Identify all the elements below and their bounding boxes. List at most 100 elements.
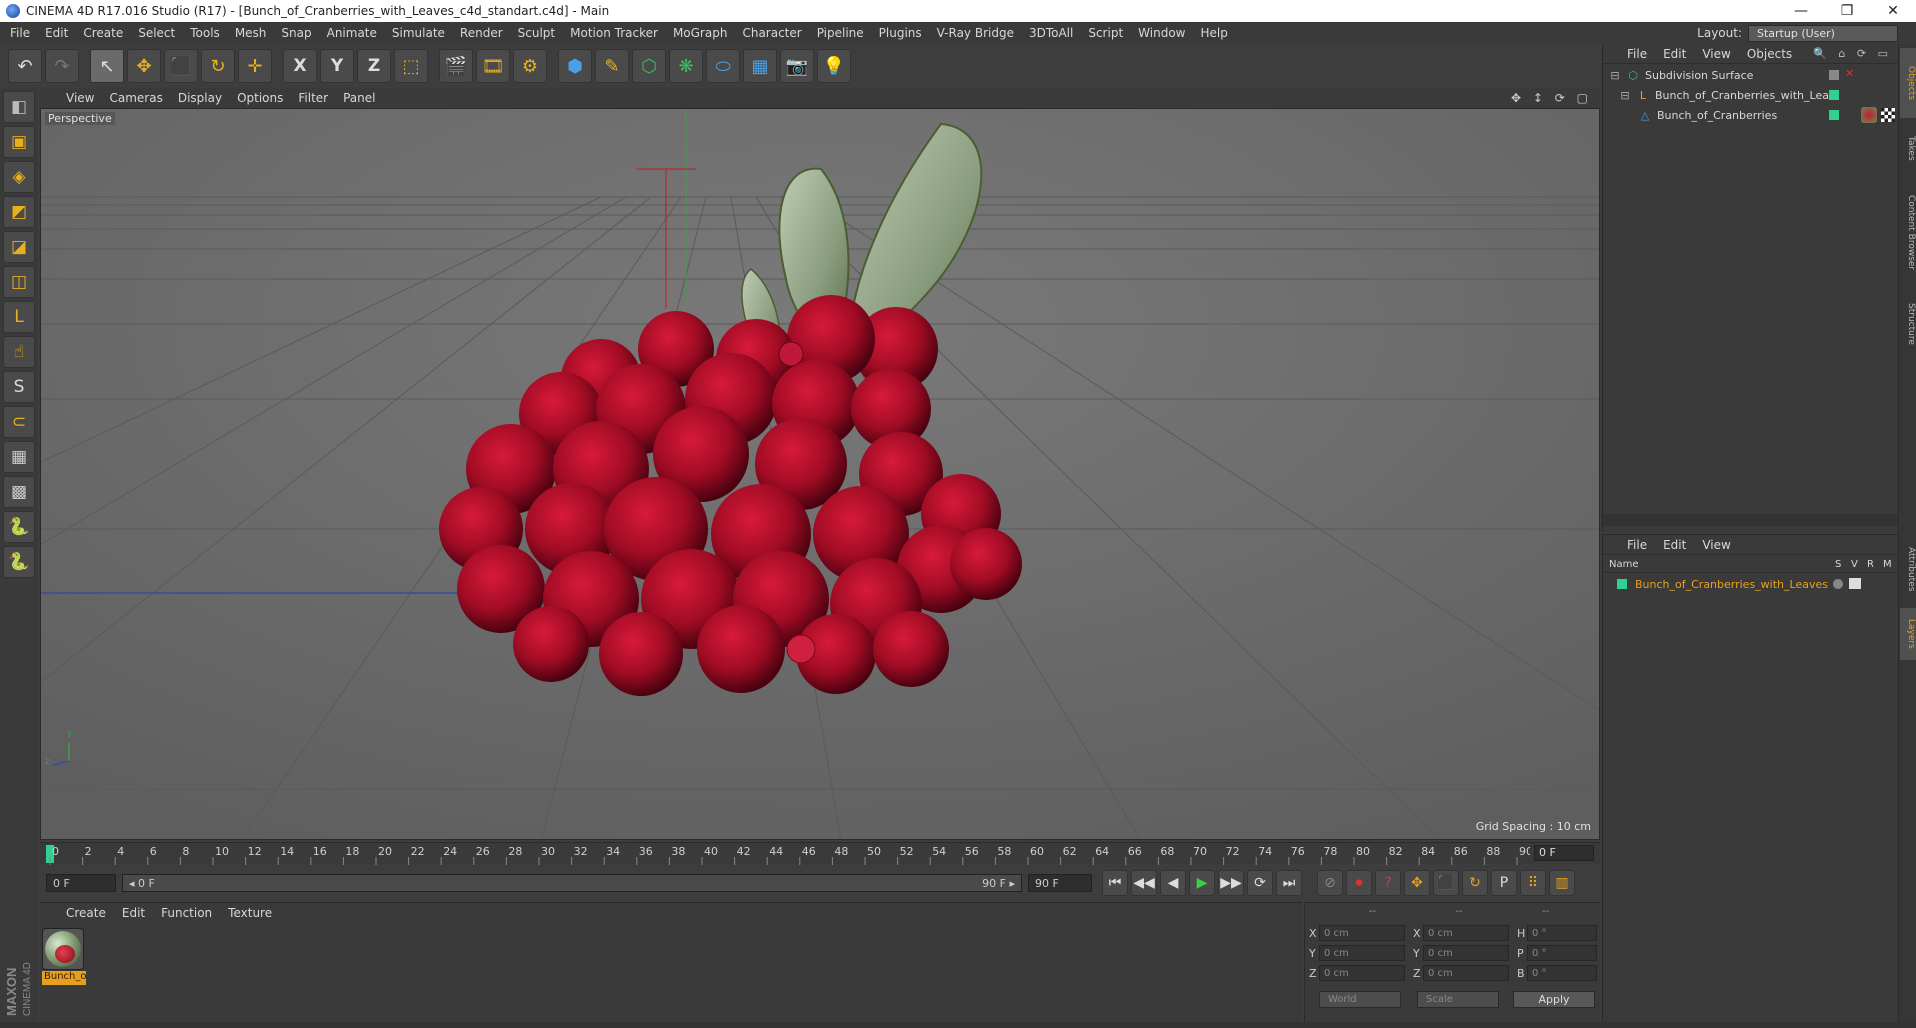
rotation-h-field[interactable]: 0 ° [1527,925,1597,941]
viewport-menu-filter[interactable]: Filter [298,91,328,105]
rotation-p-field[interactable]: 0 ° [1527,945,1597,961]
menu-mesh[interactable]: Mesh [235,26,267,40]
coordinate-system-button[interactable]: ⬚ [394,49,428,83]
size-x-field[interactable]: 0 cm [1423,925,1509,941]
layers-menu-view[interactable]: View [1702,538,1730,552]
viewport-menu-cameras[interactable]: Cameras [109,91,162,105]
menu-snap[interactable]: Snap [281,26,311,40]
redo-button[interactable]: ↷ [45,49,79,83]
key-pla-button[interactable]: ⠿ [1520,870,1546,896]
layer-color-swatch[interactable] [1617,579,1627,589]
tab-structure[interactable]: Structure [1900,292,1916,356]
texture-mode-button[interactable]: ◈ [3,161,35,193]
pen-tool-button[interactable]: ✎ [595,49,629,83]
material-thumbnail[interactable] [42,928,84,970]
render-settings-button[interactable]: ⚙ [513,49,547,83]
position-z-field[interactable]: 0 cm [1319,965,1405,981]
layer-solo-toggle[interactable] [1833,579,1843,589]
end-frame-field[interactable]: 90 F [1028,874,1092,892]
play-button[interactable]: ▶ [1189,870,1215,896]
layer-visible-toggle[interactable] [1849,578,1861,589]
material-menu-texture[interactable]: Texture [228,906,272,920]
menu-window[interactable]: Window [1138,26,1185,40]
frame-range-slider[interactable]: ◂ 0 F 90 F ▸ [122,874,1022,892]
previous-frame-button[interactable]: ◀ [1160,870,1186,896]
material-menu-create[interactable]: Create [66,906,106,920]
minimize-button[interactable]: — [1778,3,1824,19]
timeline-ruler[interactable]: 0 2 4 6 8 10 12 14 16 18 20 22 24 26 28 30 32 34 36 38 40 42 4… [40,842,1600,865]
motion-path-button[interactable]: ⊘ [1317,870,1343,896]
timeline-button[interactable]: ▥ [1549,870,1575,896]
layout-dropdown[interactable]: Startup (User) [1748,24,1898,42]
restore-button[interactable]: ❐ [1824,3,1870,19]
key-scale-button[interactable]: ⬛ [1433,870,1459,896]
solo-button[interactable]: S [3,371,35,403]
start-frame-field[interactable]: 0 F [46,874,116,892]
next-key-button[interactable]: ⟳ [1247,870,1273,896]
add-cube-button[interactable]: ⬢ [558,49,592,83]
scale-tool-button[interactable]: ⬛ [164,49,198,83]
objects-menu-objects[interactable]: Objects [1747,47,1792,61]
object-row-cranberries-with-leaves[interactable]: ⊟ L Bunch_of_Cranberries_with_Leaves [1603,86,1899,104]
record-button[interactable]: ⏺ [1346,870,1372,896]
subdivision-button[interactable]: ⬡ [632,49,666,83]
tab-attributes[interactable]: Attributes [1900,534,1916,604]
array-button[interactable]: ❋ [669,49,703,83]
objects-menu-file[interactable]: File [1627,47,1647,61]
viewport-menu-view[interactable]: View [66,91,94,105]
menu-select[interactable]: Select [138,26,175,40]
x-axis-button[interactable]: X [283,49,317,83]
menu-pipeline[interactable]: Pipeline [817,26,864,40]
key-position-button[interactable]: ✥ [1404,870,1430,896]
menu-create[interactable]: Create [83,26,123,40]
layer-row[interactable]: Bunch_of_Cranberries_with_Leaves [1603,575,1899,593]
perspective-viewport[interactable]: Perspective Grid Spacing : 10 cm y z [40,108,1600,840]
key-parameter-button[interactable]: P [1491,870,1517,896]
go-to-end-button[interactable]: ⏭ [1276,870,1302,896]
material-menu-edit[interactable]: Edit [122,906,145,920]
render-view-button[interactable]: 🎬 [439,49,473,83]
deformer-button[interactable]: ⬭ [706,49,740,83]
menu-edit[interactable]: Edit [45,26,68,40]
viewport-menu-panel[interactable]: Panel [343,91,375,105]
position-y-field[interactable]: 0 cm [1319,945,1405,961]
undo-button[interactable]: ↶ [8,49,42,83]
next-frame-button[interactable]: ▶▶ [1218,870,1244,896]
camera-button[interactable]: 📷 [780,49,814,83]
object-row-cranberries[interactable]: △ Bunch_of_Cranberries [1603,106,1899,124]
menu-tools[interactable]: Tools [190,26,220,40]
tab-objects[interactable]: Objects [1900,48,1916,118]
autokey-button[interactable]: ? [1375,870,1401,896]
polygons-mode-button[interactable]: L [3,301,35,333]
menu-file[interactable]: File [10,26,30,40]
workplane-button[interactable]: ◩ [3,196,35,228]
object-row-subdivision-surface[interactable]: ⊟ ⬡ Subdivision Surface ✕ [1603,66,1899,84]
size-y-field[interactable]: 0 cm [1423,945,1509,961]
objects-menu-edit[interactable]: Edit [1663,47,1686,61]
current-frame-field[interactable]: 0 F [1534,845,1594,861]
viewport-navigation-icons[interactable]: ✥ ↕ ⟳ ▢ [1511,91,1592,105]
z-axis-button[interactable]: Z [357,49,391,83]
y-axis-button[interactable]: Y [320,49,354,83]
layer-color-swatch[interactable] [1829,90,1839,100]
rotate-tool-button[interactable]: ↻ [201,49,235,83]
layers-menu-edit[interactable]: Edit [1663,538,1686,552]
rotation-b-field[interactable]: 0 ° [1527,965,1597,981]
objects-horizontal-scrollbar[interactable] [1603,514,1899,526]
points-mode-button[interactable]: ◪ [3,231,35,263]
menu-simulate[interactable]: Simulate [392,26,445,40]
menu-character[interactable]: Character [742,26,801,40]
floor-button[interactable]: ▦ [743,49,777,83]
menu-motion-tracker[interactable]: Motion Tracker [570,26,658,40]
render-disabled-icon[interactable]: ✕ [1845,67,1854,80]
planar-workplane-button[interactable]: ▩ [3,476,35,508]
apply-button[interactable]: Apply [1513,991,1595,1008]
tweak-mode-button[interactable]: ☝ [3,336,35,368]
light-button[interactable]: 💡 [817,49,851,83]
edges-mode-button[interactable]: ◫ [3,266,35,298]
viewport-menu-options[interactable]: Options [237,91,283,105]
model-mode-button[interactable]: ▣ [3,126,35,158]
tab-takes[interactable]: Takes [1900,122,1916,174]
move-tool-button[interactable]: ✥ [127,49,161,83]
python-script-button-1[interactable]: 🐍 [3,511,35,543]
